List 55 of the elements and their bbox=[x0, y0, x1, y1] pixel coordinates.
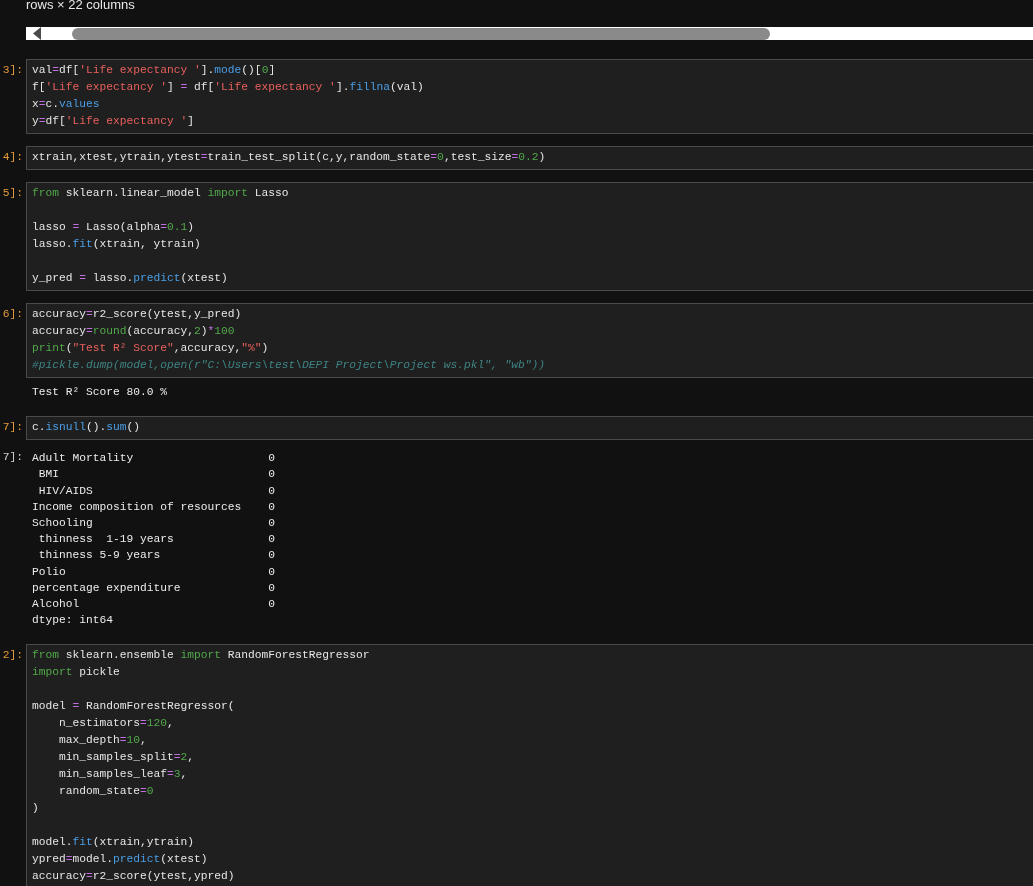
code-line: x=c.values bbox=[32, 97, 100, 112]
cell-prompt: 5]: bbox=[2, 186, 24, 201]
output-line: dtype: int64 bbox=[32, 613, 113, 629]
code-line: accuracy=r2_score(ytest,ypred) bbox=[32, 869, 235, 885]
code-line: ) bbox=[32, 801, 39, 817]
code-line: accuracy=round(accuracy,2)*100 bbox=[32, 324, 235, 339]
code-line: model = RandomForestRegressor( bbox=[32, 699, 235, 715]
code-line: min_samples_leaf=3, bbox=[58, 767, 188, 783]
code-line: print("Test R² Score",accuracy,"%") bbox=[32, 341, 269, 356]
code-line: f['Life expectancy '] = df['Life expectancy '].fillna(val) bbox=[32, 80, 424, 95]
output-line: thinness 1-19 years 0 bbox=[37, 532, 276, 548]
output-text: Test R² Score 80.0 % bbox=[32, 385, 168, 400]
output-line: Schooling 0 bbox=[32, 516, 276, 531]
output-line: Polio 0 bbox=[32, 564, 276, 580]
output-line: Adult Mortality 0 bbox=[32, 451, 276, 467]
code-cell[interactable]: accuracy=r2_score(ytest,y_pred) accuracy=round(accuracy,2)*100 print("Test R² Score",accuracy,"%") #pickle.dump(model,open(r"C:\Users\test\DEPI Project\Project ws.pkl", "wb")) bbox=[26, 303, 1033, 378]
code-line: ypred=model.predict(xtest) bbox=[32, 852, 208, 868]
output-line: Income composition of resources 0 bbox=[32, 499, 276, 515]
code-line: from sklearn.linear_model import Lasso bbox=[32, 186, 289, 201]
horizontal-scrollbar[interactable] bbox=[26, 27, 1033, 40]
cell-prompt: 7]: bbox=[2, 420, 24, 436]
code-line: lasso = Lasso(alpha=0.1) bbox=[32, 220, 195, 235]
code-line: lasso.fit(xtrain, ytrain) bbox=[32, 237, 201, 252]
code-line: min_samples_split=2, bbox=[58, 750, 195, 766]
code-line: val=df['Life expectancy '].mode()[0] bbox=[32, 63, 276, 78]
output-line: Alcohol 0 bbox=[32, 597, 276, 613]
output-line: BMI 0 bbox=[37, 467, 276, 483]
output-line: thinness 5-9 years 0 bbox=[37, 548, 276, 564]
output-line: percentage expenditure 0 bbox=[32, 580, 276, 596]
code-cell[interactable] bbox=[26, 644, 1033, 886]
code-line: y_pred = lasso.predict(xtest) bbox=[32, 271, 228, 286]
cell-prompt: 6]: bbox=[2, 307, 24, 322]
row-count-text: rows × 22 columns bbox=[26, 0, 135, 12]
output-line: HIV/AIDS 0 bbox=[37, 483, 276, 499]
cell-prompt: 7]: bbox=[2, 450, 24, 466]
cell-prompt: 3]: bbox=[2, 63, 24, 78]
code-cell[interactable]: val=df['Life expectancy '].mode()[0] f['Life expectancy '] = df['Life expectancy '].fillna(val) x=c.values y=df['Life expectancy '] bbox=[26, 59, 1033, 134]
code-line: y=df['Life expectancy '] bbox=[32, 114, 195, 129]
code-line: max_depth=10, bbox=[58, 733, 147, 749]
code-cell[interactable]: from sklearn.linear_model import Lasso lasso = Lasso(alpha=0.1) lasso.fit(xtrain, ytrain) y_pred = lasso.predict(xtest) bbox=[26, 182, 1033, 291]
scroll-left-icon[interactable] bbox=[33, 27, 42, 40]
code-line: c.isnull().sum() bbox=[32, 420, 141, 436]
cell-prompt: 4]: bbox=[2, 150, 24, 165]
code-line: model.fit(xtrain,ytrain) bbox=[32, 835, 195, 851]
code-line: import pickle bbox=[32, 665, 120, 681]
code-line: accuracy=r2_score(ytest,y_pred) bbox=[32, 307, 242, 322]
code-line: xtrain,xtest,ytrain,ytest=train_test_split(c,y,random_state=0,test_size=0.2) bbox=[32, 150, 546, 165]
code-line: n_estimators=120, bbox=[58, 716, 174, 732]
scrollbar-thumb[interactable] bbox=[72, 27, 770, 40]
code-line: from sklearn.ensemble import RandomForestRegressor bbox=[32, 648, 370, 664]
code-cell[interactable]: c.isnull().sum() bbox=[26, 416, 1033, 441]
code-cell[interactable]: xtrain,xtest,ytrain,ytest=train_test_split(c,y,random_state=0,test_size=0.2) bbox=[26, 146, 1033, 170]
code-line: #pickle.dump(model,open(r"C:\Users\test\DEPI Project\Project ws.pkl", "wb")) bbox=[32, 358, 546, 373]
code-line: random_state=0 bbox=[58, 784, 154, 800]
cell-prompt: 2]: bbox=[2, 648, 24, 664]
